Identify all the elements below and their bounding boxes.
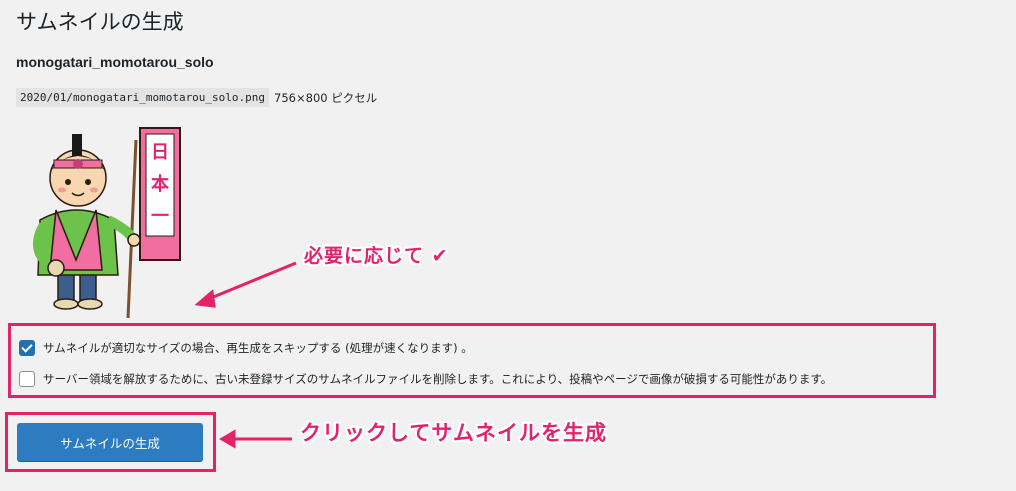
annotation-optional: 必要に応じて ✔ — [304, 245, 449, 267]
page-title: サムネイルの生成 — [16, 10, 184, 34]
option-label: サムネイルが適切なサイズの場合、再生成をスキップする (処理が速くなります) 。 — [43, 341, 473, 355]
button-highlight-box: サムネイルの生成 — [5, 412, 216, 472]
options-highlight-box: サムネイルが適切なサイズの場合、再生成をスキップする (処理が速くなります) 。… — [8, 323, 936, 398]
banner-char-3: 一 — [151, 206, 169, 227]
arrow-to-button — [219, 429, 292, 449]
file-dimensions: 756×800 ピクセル — [274, 90, 378, 105]
skip-existing-checkbox[interactable] — [19, 340, 35, 356]
momotaro-illustration: 日 本 一 — [33, 127, 181, 319]
banner-char-1: 日 — [151, 142, 169, 163]
generate-thumbnails-button[interactable]: サムネイルの生成 — [17, 423, 203, 461]
annotation-click: クリックしてサムネイルを生成 — [300, 421, 607, 445]
image-preview: 日 本 一 — [18, 120, 208, 320]
banner-char-2: 本 — [151, 173, 169, 195]
option-delete-unregistered[interactable]: サーバー領域を解放するために、古い未登録サイズのサムネイルファイルを削除します。… — [19, 371, 832, 387]
file-path: 2020/01/monogatari_momotarou_solo.png — [16, 88, 270, 107]
option-label: サーバー領域を解放するために、古い未登録サイズのサムネイルファイルを削除します。… — [43, 372, 833, 386]
file-info-row: 2020/01/monogatari_momotarou_solo.png 75… — [16, 88, 377, 107]
delete-unregistered-checkbox[interactable] — [19, 371, 35, 387]
arrow-to-options — [194, 261, 297, 308]
file-name: monogatari_momotarou_solo — [16, 54, 214, 70]
option-skip-existing[interactable]: サムネイルが適切なサイズの場合、再生成をスキップする (処理が速くなります) 。 — [19, 340, 473, 356]
